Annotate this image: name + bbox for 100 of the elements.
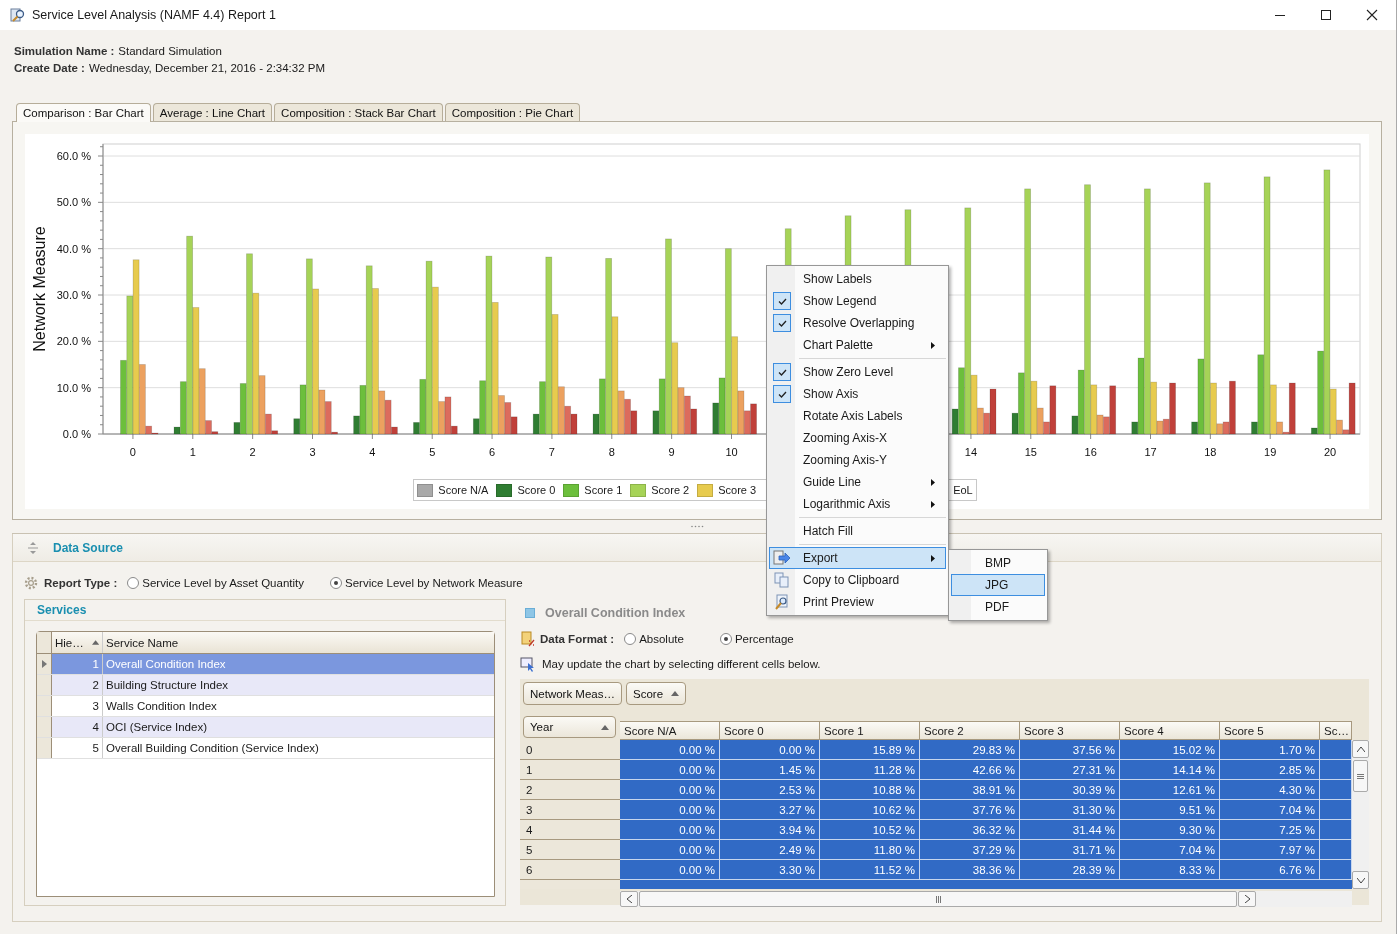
- table-cell[interactable]: 3.30 %: [720, 860, 820, 880]
- table-cell[interactable]: 7.04 %: [1120, 840, 1220, 860]
- table-cell[interactable]: [1320, 860, 1352, 880]
- field-button[interactable]: Network Meas…: [523, 682, 622, 705]
- table-cell[interactable]: 3.94 %: [720, 820, 820, 840]
- table-cell[interactable]: [1320, 780, 1352, 800]
- chart-tab[interactable]: Comparison : Bar Chart: [16, 103, 151, 122]
- table-cell[interactable]: 37.29 %: [920, 840, 1020, 860]
- table-cell[interactable]: [1320, 820, 1352, 840]
- column-header[interactable]: Score N/A: [620, 721, 720, 740]
- table-cell[interactable]: 0.00 %: [620, 760, 720, 780]
- table-cell[interactable]: 10.52 %: [820, 820, 920, 840]
- scroll-up-button[interactable]: [1352, 740, 1369, 758]
- table-cell[interactable]: 0.00 %: [620, 800, 720, 820]
- menu-item[interactable]: Logarithmic Axis: [769, 493, 946, 515]
- table-cell[interactable]: 2.49 %: [720, 840, 820, 860]
- menu-item[interactable]: Print Preview: [769, 591, 946, 613]
- table-cell[interactable]: 31.44 %: [1020, 820, 1120, 840]
- menu-item[interactable]: Zooming Axis-X: [769, 427, 946, 449]
- table-cell[interactable]: 11.52 %: [820, 860, 920, 880]
- table-cell[interactable]: 8.33 %: [1120, 860, 1220, 880]
- row-indicator[interactable]: [37, 654, 52, 674]
- menu-item[interactable]: PDF: [951, 596, 1045, 618]
- table-cell[interactable]: 11.28 %: [820, 760, 920, 780]
- table-cell[interactable]: 38.91 %: [920, 780, 1020, 800]
- table-cell[interactable]: 31.71 %: [1020, 840, 1120, 860]
- table-cell[interactable]: 1.70 %: [1220, 740, 1320, 760]
- scroll-down-button[interactable]: [1352, 871, 1369, 889]
- menu-item[interactable]: Show Axis: [769, 383, 946, 405]
- table-cell[interactable]: 7.25 %: [1220, 820, 1320, 840]
- table-cell[interactable]: [1320, 760, 1352, 780]
- table-cell[interactable]: 3: [52, 696, 103, 716]
- table-cell[interactable]: 6.76 %: [1220, 860, 1320, 880]
- scroll-thumb[interactable]: [1353, 760, 1368, 792]
- chart-tab[interactable]: Average : Line Chart: [152, 103, 273, 121]
- column-header[interactable]: Hie…: [52, 632, 103, 653]
- table-cell[interactable]: Overall Building Condition (Service Index): [103, 738, 494, 758]
- table-cell[interactable]: 37.56 %: [1020, 740, 1120, 760]
- menu-item[interactable]: Show Labels: [769, 268, 946, 290]
- table-cell[interactable]: 12.61 %: [1120, 780, 1220, 800]
- menu-item[interactable]: Rotate Axis Labels: [769, 405, 946, 427]
- table-cell[interactable]: 2.53 %: [720, 780, 820, 800]
- field-button[interactable]: Score: [626, 682, 687, 705]
- table-cell[interactable]: 0.00 %: [620, 780, 720, 800]
- table-cell[interactable]: 9.30 %: [1120, 820, 1220, 840]
- horizontal-scrollbar[interactable]: [620, 891, 1352, 907]
- table-cell[interactable]: 2: [52, 675, 103, 695]
- row-indicator[interactable]: [37, 738, 52, 758]
- table-cell[interactable]: 38.36 %: [920, 860, 1020, 880]
- column-header[interactable]: Score 0: [720, 721, 820, 740]
- menu-item[interactable]: Copy to Clipboard: [769, 569, 946, 591]
- table-cell[interactable]: 5: [52, 738, 103, 758]
- table-cell[interactable]: 27.31 %: [1020, 760, 1120, 780]
- menu-item[interactable]: Chart Palette: [769, 334, 946, 356]
- menu-item[interactable]: Show Legend: [769, 290, 946, 312]
- table-cell[interactable]: 7.04 %: [1220, 800, 1320, 820]
- table-cell[interactable]: [1320, 740, 1352, 760]
- table-cell[interactable]: 7.97 %: [1220, 840, 1320, 860]
- table-cell[interactable]: [1320, 840, 1352, 860]
- table-cell[interactable]: 36.32 %: [920, 820, 1020, 840]
- scroll-left-button[interactable]: [620, 891, 638, 907]
- row-indicator[interactable]: [37, 717, 52, 737]
- table-cell[interactable]: OCI (Service Index): [103, 717, 494, 737]
- chart-tab[interactable]: Composition : Stack Bar Chart: [274, 103, 443, 121]
- radio-option[interactable]: Service Level by Asset Quantity: [127, 577, 304, 589]
- column-header[interactable]: Service Name: [103, 632, 494, 653]
- table-cell[interactable]: Walls Condition Index: [103, 696, 494, 716]
- menu-item[interactable]: Resolve Overlapping: [769, 312, 946, 334]
- table-cell[interactable]: 10.88 %: [820, 780, 920, 800]
- menu-item[interactable]: Guide Line: [769, 471, 946, 493]
- table-cell[interactable]: [1320, 800, 1352, 820]
- splitter-grip-icon[interactable]: [690, 525, 704, 528]
- column-header[interactable]: Score 1: [820, 721, 920, 740]
- vertical-scrollbar[interactable]: [1352, 740, 1369, 889]
- table-cell[interactable]: 0.00 %: [620, 740, 720, 760]
- column-header[interactable]: Score 3: [1020, 721, 1120, 740]
- table-cell[interactable]: 9.51 %: [1120, 800, 1220, 820]
- table-cell[interactable]: 1.45 %: [720, 760, 820, 780]
- table-cell[interactable]: 28.39 %: [1020, 860, 1120, 880]
- table-cell[interactable]: 0.00 %: [620, 840, 720, 860]
- field-button[interactable]: Year: [523, 716, 616, 738]
- menu-item[interactable]: JPG: [951, 574, 1045, 596]
- menu-item[interactable]: Zooming Axis-Y: [769, 449, 946, 471]
- close-icon[interactable]: [1366, 9, 1378, 21]
- chart-tab[interactable]: Composition : Pie Chart: [444, 103, 581, 121]
- radio-option[interactable]: Percentage: [719, 633, 794, 645]
- scroll-right-button[interactable]: [1238, 891, 1256, 907]
- table-cell[interactable]: 42.66 %: [920, 760, 1020, 780]
- table-cell[interactable]: 30.39 %: [1020, 780, 1120, 800]
- table-cell[interactable]: 11.80 %: [820, 840, 920, 860]
- table-cell[interactable]: 14.14 %: [1120, 760, 1220, 780]
- radio-option[interactable]: Absolute: [624, 633, 684, 645]
- scroll-thumb[interactable]: [639, 891, 1237, 907]
- table-cell[interactable]: 10.62 %: [820, 800, 920, 820]
- table-cell[interactable]: 4.30 %: [1220, 780, 1320, 800]
- column-header[interactable]: Score 2: [920, 721, 1020, 740]
- menu-item[interactable]: Show Zero Level: [769, 361, 946, 383]
- maximize-icon[interactable]: [1320, 9, 1332, 21]
- radio-option[interactable]: Service Level by Network Measure: [330, 577, 523, 589]
- menu-item[interactable]: Export: [769, 547, 946, 569]
